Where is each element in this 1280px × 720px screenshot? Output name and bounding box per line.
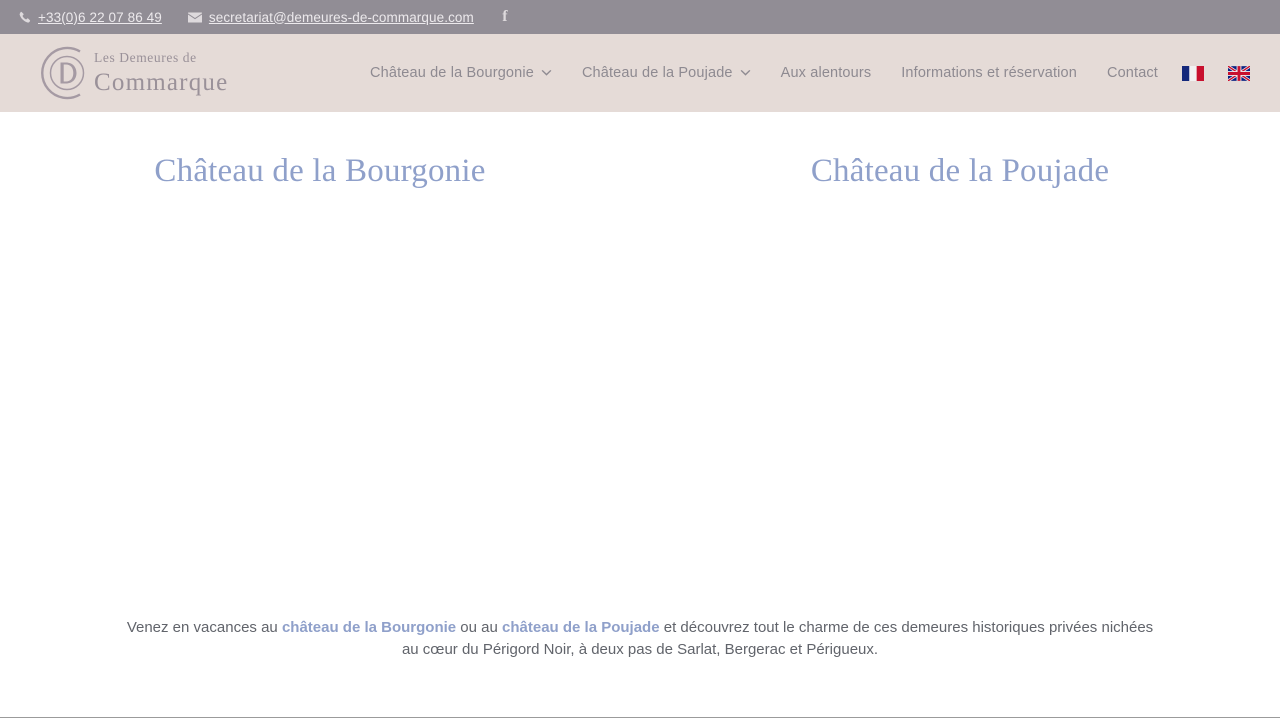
nav-item-aux-alentours[interactable]: Aux alentours xyxy=(781,65,872,81)
chevron-down-icon[interactable] xyxy=(740,69,751,77)
property-card-bourgonie[interactable]: Château de la Bourgonie xyxy=(0,152,640,572)
nav-item-chateau-de-la-bourgonie[interactable]: Château de la Bourgonie xyxy=(370,65,552,81)
nav-item-chateau-de-la-poujade[interactable]: Château de la Poujade xyxy=(582,65,751,81)
property-image-placeholder xyxy=(0,192,640,572)
chevron-down-icon[interactable] xyxy=(541,69,552,77)
email-address: secretariat@demeures-de-commarque.com xyxy=(208,9,474,25)
intro-link-poujade[interactable]: château de la Poujade xyxy=(502,619,660,636)
intro-link-bourgonie[interactable]: château de la Bourgonie xyxy=(282,619,456,636)
property-card-poujade[interactable]: Château de la Poujade xyxy=(640,152,1280,572)
flag-fr-icon[interactable] xyxy=(1182,65,1204,81)
property-title: Château de la Bourgonie xyxy=(154,153,486,189)
envelope-icon xyxy=(187,11,202,23)
logo-line-2: Commarque xyxy=(94,68,229,96)
email-link[interactable]: secretariat@demeures-de-commarque.com xyxy=(187,9,474,25)
flag-en-icon[interactable] xyxy=(1228,65,1250,81)
phone-number: +33(0)6 22 07 86 49 xyxy=(38,9,162,25)
logo-wordmark: Les Demeures de Commarque xyxy=(94,51,228,95)
intro-paragraph: Venez en vacances au château de la Bourg… xyxy=(0,617,1280,661)
commarque-monogram-icon xyxy=(36,44,96,102)
phone-icon xyxy=(18,11,31,24)
main-content: Château de la Bourgonie Château de la Po… xyxy=(0,112,1280,719)
nav-label: Château de la Poujade xyxy=(581,65,733,81)
nav-label: Informations et réservation xyxy=(901,65,1077,81)
top-utility-bar: +33(0)6 22 07 86 49 secretariat@demeures… xyxy=(0,0,1280,34)
page-bottom-divider xyxy=(0,717,1280,718)
phone-link[interactable]: +33(0)6 22 07 86 49 xyxy=(18,10,162,25)
nav-label: Contact xyxy=(1106,65,1158,81)
site-header: Les Demeures de Commarque Château de la … xyxy=(0,34,1280,112)
nav-item-contact[interactable]: Contact xyxy=(1107,65,1158,81)
intro-text-part-2: ou au xyxy=(456,619,503,636)
facebook-icon[interactable]: f xyxy=(496,7,514,27)
intro-text-part-1: Venez en vacances au xyxy=(126,619,282,636)
nav-label: Château de la Bourgonie xyxy=(370,65,534,81)
main-navigation: Château de la Bourgonie Château de la Po… xyxy=(370,65,1250,81)
property-image-placeholder xyxy=(640,192,1280,572)
nav-item-informations-et-reservation[interactable]: Informations et réservation xyxy=(901,65,1077,81)
logo-line-1: Les Demeures de xyxy=(94,50,197,66)
property-cards: Château de la Bourgonie Château de la Po… xyxy=(0,112,1280,572)
site-logo[interactable]: Les Demeures de Commarque xyxy=(36,44,228,102)
nav-label: Aux alentours xyxy=(780,65,872,81)
property-title: Château de la Poujade xyxy=(810,153,1110,189)
